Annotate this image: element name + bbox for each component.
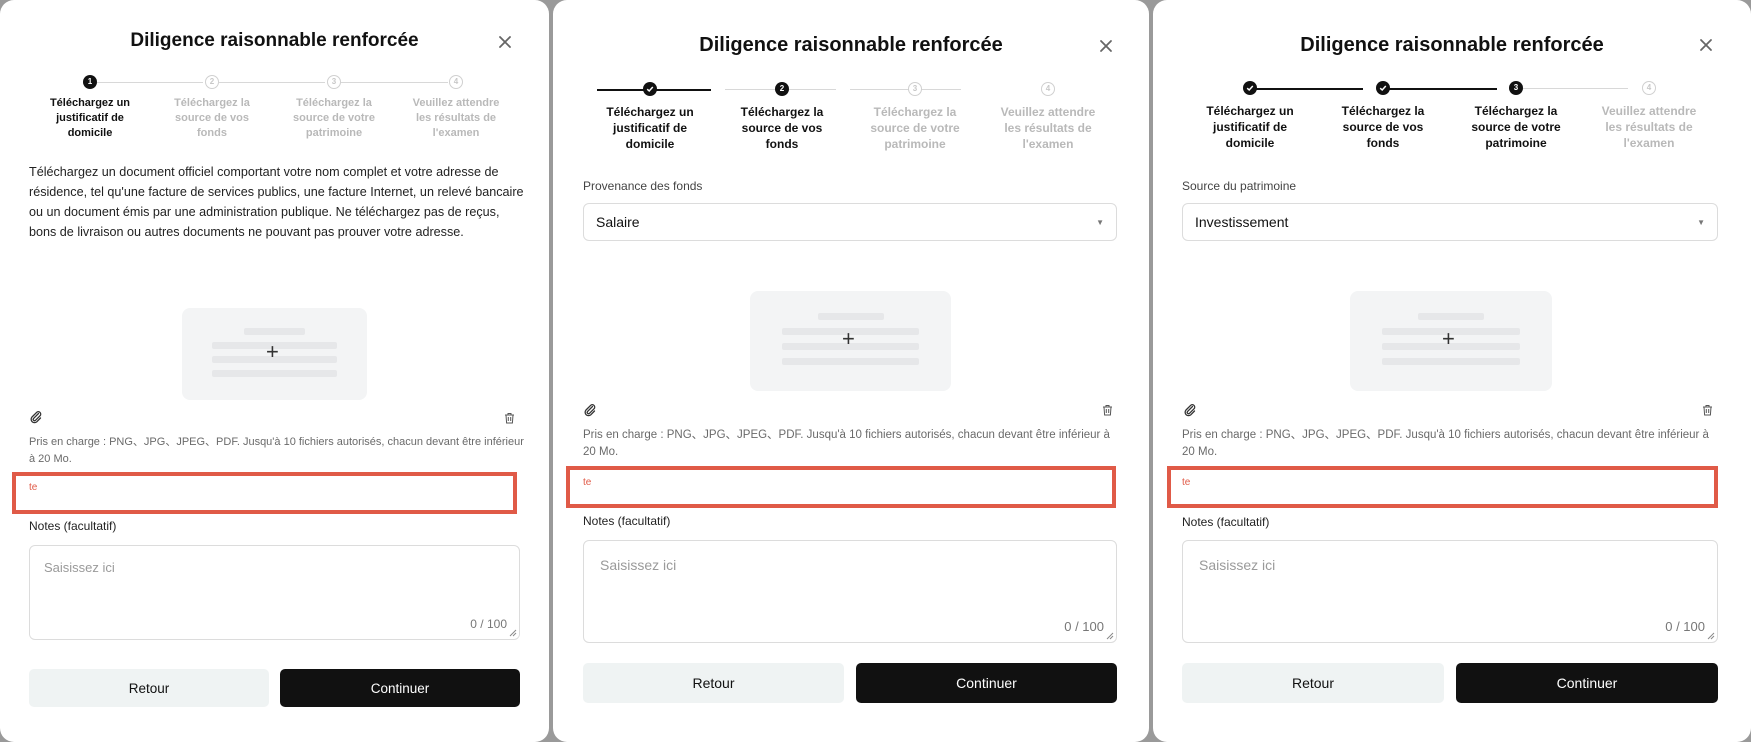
step-connector — [341, 82, 448, 83]
upload-dropzone[interactable]: + — [182, 308, 367, 400]
error-highlight — [1167, 466, 1718, 508]
step-label-4: Veuillez attendre les résultats de l'exa… — [1601, 104, 1697, 150]
paperclip-icon[interactable] — [1183, 403, 1197, 417]
notes-label: Notes (facultatif) — [583, 514, 671, 528]
step-number-3: 3 — [327, 75, 341, 89]
character-counter: 0 / 100 — [1665, 619, 1705, 634]
step-number-4: 4 — [449, 75, 463, 89]
error-message: te — [1182, 477, 1191, 488]
wealth-source-select[interactable]: Investissement ▼ — [1182, 203, 1718, 241]
step-label-4: Veuillez attendre les résultats de l'exa… — [1000, 105, 1096, 151]
error-message: te — [583, 477, 592, 488]
back-button[interactable]: Retour — [583, 663, 844, 703]
paperclip-icon[interactable] — [29, 410, 43, 424]
error-message: te — [29, 482, 38, 493]
notes-label: Notes (facultatif) — [29, 519, 117, 533]
step-number-3: 3 — [1509, 81, 1523, 95]
trash-icon[interactable] — [504, 411, 515, 424]
back-button[interactable]: Retour — [1182, 663, 1444, 703]
error-highlight — [12, 472, 517, 514]
step-label-2: Téléchargez la source de vos fonds — [1341, 104, 1425, 150]
dialog-proof-of-address: Diligence raisonnable renforcée 1 2 3 4 … — [0, 0, 549, 742]
trash-icon[interactable] — [1702, 403, 1713, 416]
back-button[interactable]: Retour — [29, 669, 269, 707]
wealth-source-value: Investissement — [1195, 214, 1289, 230]
continue-button[interactable]: Continuer — [280, 669, 520, 707]
file-requirements-hint: Pris en charge : PNG、JPG、JPEG、PDF. Jusqu… — [1182, 429, 1709, 458]
error-highlight — [566, 466, 1116, 508]
notes-textarea[interactable]: Saisissez ici 0 / 100 — [583, 540, 1117, 643]
paperclip-icon[interactable] — [583, 403, 597, 417]
wealth-source-label: Source du patrimoine — [1182, 179, 1297, 193]
upload-dropzone[interactable]: + — [1350, 291, 1552, 391]
trash-icon[interactable] — [1102, 403, 1113, 416]
plus-icon: + — [266, 339, 279, 364]
notes-textarea[interactable]: Saisissez ici 0 / 100 — [1182, 540, 1718, 643]
step-label-1: Téléchargez un justificatif de domicile — [1206, 104, 1294, 150]
step-number-4: 4 — [1041, 82, 1055, 96]
resize-handle-icon[interactable] — [1707, 632, 1715, 640]
chevron-down-icon: ▼ — [1697, 217, 1705, 227]
notes-placeholder: Saisissez ici — [1199, 557, 1276, 573]
step-connector — [1383, 88, 1497, 90]
continue-button[interactable]: Continuer — [856, 663, 1117, 703]
funds-source-select[interactable]: Salaire ▼ — [583, 203, 1117, 241]
step-label-4: Veuillez attendre les résultats de l'exa… — [412, 97, 500, 139]
instructions-text: Téléchargez un document officiel comport… — [29, 165, 524, 239]
plus-icon: + — [1442, 326, 1455, 351]
step-number-2: 2 — [775, 82, 789, 96]
dialog-source-of-wealth: Diligence raisonnable renforcée 3 4 Télé… — [1153, 0, 1751, 742]
step-connector — [1249, 88, 1363, 90]
step-connector — [97, 82, 203, 83]
step-label-2: Téléchargez la source de vos fonds — [174, 97, 250, 139]
step-label-1: Téléchargez un justificatif de domicile — [49, 97, 131, 139]
progress-stepper: 1 2 3 4 Téléchargez un justificatif de d… — [0, 0, 549, 160]
step-number-2: 2 — [205, 75, 219, 89]
step-label-2: Téléchargez la source de vos fonds — [740, 105, 824, 151]
dialog-source-of-funds: Diligence raisonnable renforcée 2 3 4 Té… — [553, 0, 1149, 742]
file-requirements-hint: Pris en charge : PNG、JPG、JPEG、PDF. Jusqu… — [583, 429, 1110, 458]
notes-textarea[interactable]: Saisissez ici 0 / 100 — [29, 545, 520, 640]
step-label-1: Téléchargez un justificatif de domicile — [606, 105, 694, 151]
step-connector — [1516, 88, 1628, 89]
step-number-1: 1 — [83, 75, 97, 89]
funds-source-value: Salaire — [596, 214, 640, 230]
progress-stepper: 2 3 4 Téléchargez un justificatif de dom… — [553, 0, 1149, 160]
chevron-down-icon: ▼ — [1096, 217, 1104, 227]
step-label-3: Téléchargez la source de votre patrimoin… — [1471, 104, 1561, 150]
step-connector — [850, 89, 961, 90]
checkmark-icon — [643, 82, 657, 96]
progress-stepper: 3 4 Téléchargez un justificatif de domic… — [1153, 0, 1751, 160]
step-number-3: 3 — [908, 82, 922, 96]
step-label-3: Téléchargez la source de votre patrimoin… — [870, 105, 960, 151]
plus-icon: + — [842, 326, 855, 351]
continue-button[interactable]: Continuer — [1456, 663, 1718, 703]
checkmark-icon — [1376, 81, 1390, 95]
funds-source-label: Provenance des fonds — [583, 179, 703, 193]
upload-dropzone[interactable]: + — [750, 291, 951, 391]
character-counter: 0 / 100 — [470, 617, 507, 631]
notes-label: Notes (facultatif) — [1182, 515, 1270, 529]
notes-placeholder: Saisissez ici — [600, 557, 677, 573]
step-label-3: Téléchargez la source de votre patrimoin… — [293, 97, 375, 139]
character-counter: 0 / 100 — [1064, 619, 1104, 634]
checkmark-icon — [1243, 81, 1257, 95]
resize-handle-icon[interactable] — [509, 629, 517, 637]
resize-handle-icon[interactable] — [1106, 632, 1114, 640]
file-requirements-hint: Pris en charge : PNG、JPG、JPEG、PDF. Jusqu… — [29, 436, 524, 465]
step-number-4: 4 — [1642, 81, 1656, 95]
notes-placeholder: Saisissez ici — [44, 560, 115, 575]
step-connector — [219, 82, 325, 83]
